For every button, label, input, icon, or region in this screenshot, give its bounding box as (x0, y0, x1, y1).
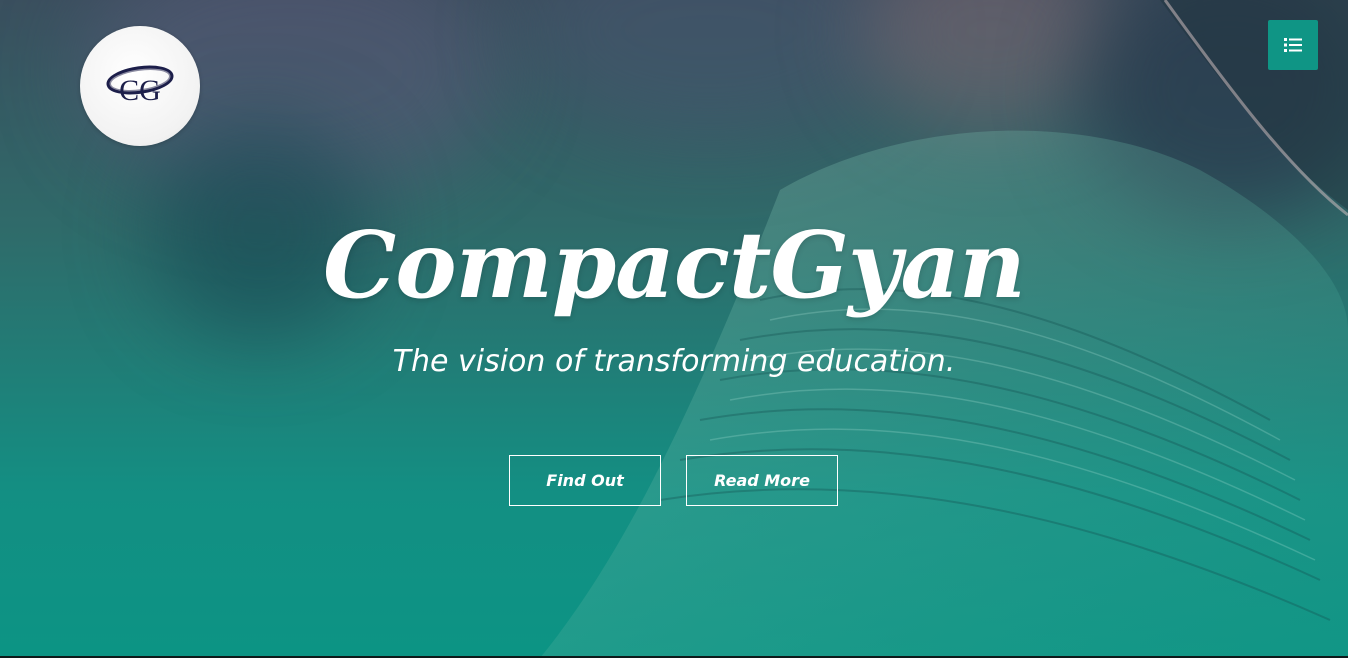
read-more-button[interactable]: Read More (686, 455, 838, 506)
list-icon (1284, 38, 1302, 52)
site-tagline: The vision of transforming education. (392, 344, 956, 379)
cg-logo-icon: CG (106, 65, 174, 107)
logo[interactable]: CG (80, 26, 200, 146)
site-title: CompactGyan (323, 211, 1026, 319)
menu-button[interactable] (1268, 20, 1318, 70)
book-background-image (540, 0, 1348, 658)
find-out-button[interactable]: Find Out (509, 455, 661, 506)
hero-section: CG CompactGyan The vision of transformin… (0, 0, 1348, 658)
svg-text:CG: CG (119, 74, 161, 107)
